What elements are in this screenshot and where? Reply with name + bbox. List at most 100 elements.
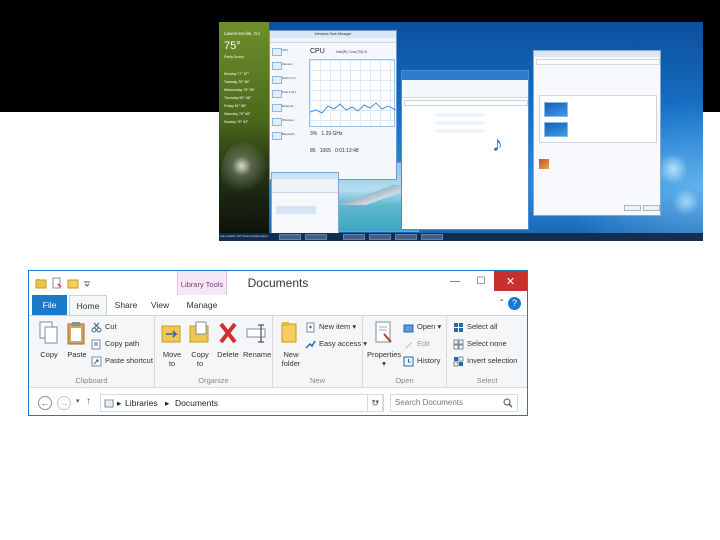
forecast-day: Saturday 79° 66° [224, 112, 251, 116]
address-input[interactable]: ▸ Libraries ▸ Documents ▾ [100, 394, 384, 412]
up-button[interactable]: ↑ [86, 396, 91, 407]
cpu-heading: CPU [310, 48, 325, 55]
sidebar-item[interactable]: Memory [272, 61, 305, 74]
cpu-stats: 3% 1.29 GHz [310, 131, 343, 137]
easy-access-button[interactable]: Easy access ▾ [305, 337, 367, 351]
move-to-icon [161, 325, 181, 343]
forecast-day: Friday 81° 66° [224, 104, 247, 108]
select-none-button[interactable]: Select none [453, 337, 507, 351]
history-button[interactable]: History [403, 354, 440, 368]
copy-to-label-1: Copy [191, 350, 209, 359]
rename-button[interactable]: Rename [243, 320, 271, 359]
weather-condition: Partly Sunny [224, 55, 244, 59]
context-tab-label: Library Tools [180, 280, 224, 289]
taskbar-button[interactable] [369, 234, 391, 240]
tab-share[interactable]: Share [109, 295, 143, 315]
tab-manage[interactable]: Manage [179, 295, 225, 315]
sidebar-item[interactable]: Disk 0 (C:) [272, 75, 305, 88]
paste-shortcut-button[interactable]: Paste shortcut [91, 354, 153, 368]
ribbon-tabs: File Home Share View Manage [29, 295, 527, 316]
monitor-thumbnail[interactable] [544, 102, 568, 117]
forward-button[interactable]: → [57, 396, 71, 410]
cpu-name: Intel(R) Core(TM) i5 [336, 50, 368, 54]
cpu-graph-line [310, 102, 396, 114]
new-folder-button[interactable]: New folder [279, 320, 303, 368]
open-button[interactable]: Open ▾ [403, 320, 441, 334]
tab-file[interactable]: File [32, 295, 67, 315]
documents-explorer-window[interactable]: Documents Library Tools — ☐ ✕ File Home … [28, 270, 528, 416]
paste-icon [67, 322, 85, 345]
breadcrumb-libraries[interactable]: Libraries [125, 395, 158, 411]
new-folder-icon[interactable] [67, 277, 79, 289]
recent-locations-icon[interactable]: ▾ [76, 397, 80, 405]
tab-home[interactable]: Home [69, 295, 107, 316]
group-select: Select all Select none Invert selection … [447, 316, 527, 388]
edit-button[interactable]: Edit [403, 337, 430, 351]
maximize-button[interactable]: ☐ [468, 271, 494, 291]
task-manager-tabs[interactable] [270, 38, 396, 43]
list-item[interactable] [436, 129, 484, 133]
display-settings-window[interactable] [533, 50, 661, 216]
copy-to-button[interactable]: Copy to [187, 320, 213, 368]
monitor-thumbnail[interactable] [544, 122, 568, 137]
copy-path-button[interactable]: Copy path [91, 337, 139, 351]
invert-selection-button[interactable]: Invert selection [453, 354, 517, 368]
group-label: Clipboard [75, 376, 108, 385]
delete-button[interactable]: Delete [215, 320, 241, 359]
selected-item[interactable] [276, 206, 316, 214]
taskbar-button[interactable] [305, 234, 327, 240]
sidebar-item[interactable]: CPU [272, 47, 305, 60]
move-to-button[interactable]: Move to [159, 320, 185, 368]
small-window-ribbon [272, 179, 338, 193]
cancel-button[interactable] [643, 205, 660, 211]
taskbar-button[interactable] [343, 234, 365, 240]
display-window-address[interactable] [536, 59, 660, 65]
customize-toolbar-icon[interactable] [83, 277, 91, 289]
cpu-graph [309, 59, 396, 127]
taskbar-button[interactable] [395, 234, 417, 240]
properties-button[interactable]: Properties ▾ [367, 320, 401, 368]
list-item[interactable] [436, 113, 484, 117]
cut-button[interactable]: Cut [91, 320, 117, 334]
collapse-ribbon-icon[interactable]: ⌃ [498, 298, 505, 307]
music-window-list [436, 109, 486, 224]
select-all-button[interactable]: Select all [453, 320, 497, 334]
taskbar-button[interactable] [421, 234, 443, 240]
move-to-label-2: to [168, 359, 176, 368]
wallpaper-flower [659, 152, 687, 186]
sidebar-item[interactable]: Disk 1 (D:) [272, 89, 305, 102]
sidebar-item[interactable]: Bluetooth [272, 131, 305, 144]
forecast-day: Sunday 76° 63° [224, 120, 249, 124]
forecast-day: Monday 77° 67° [224, 72, 249, 76]
group-new: New folder New item ▾ Easy access ▾ New [273, 316, 367, 388]
music-explorer-window[interactable]: ♪ [401, 70, 529, 230]
small-explorer-window[interactable] [271, 172, 339, 234]
music-window-address[interactable] [404, 100, 528, 106]
folder-icon[interactable] [35, 277, 47, 289]
close-button[interactable]: ✕ [494, 271, 527, 291]
sidebar-item[interactable]: Wireless [272, 117, 305, 130]
breadcrumb-documents[interactable]: Documents [175, 395, 218, 411]
copy-button[interactable]: Copy [37, 320, 61, 359]
search-input[interactable]: Search Documents [390, 394, 518, 412]
paste-button[interactable]: Paste [65, 320, 89, 359]
edit-icon [405, 342, 412, 349]
ok-button[interactable] [624, 205, 641, 211]
quick-access-toolbar [35, 276, 91, 290]
forecast-day: Wednesday 78° 65° [224, 88, 255, 92]
search-icon [503, 398, 513, 408]
properties-icon[interactable] [51, 277, 63, 289]
tab-view[interactable]: View [145, 295, 175, 315]
minimize-button[interactable]: — [442, 271, 468, 291]
new-item-button[interactable]: New item ▾ [305, 320, 356, 334]
taskbar-button[interactable] [279, 234, 301, 240]
task-manager-window[interactable]: Windows Task Manager CPU Memory Disk 0 (… [269, 30, 397, 180]
copy-icon [39, 321, 58, 344]
wallpaper-flower [674, 187, 698, 217]
back-button[interactable]: ← [38, 396, 52, 410]
refresh-button[interactable]: ↻ [367, 394, 383, 412]
help-icon[interactable]: ? [508, 297, 521, 310]
sidebar-item[interactable]: Ethernet [272, 103, 305, 116]
task-manager-title: Windows Task Manager [270, 31, 396, 38]
list-item[interactable] [436, 121, 484, 125]
